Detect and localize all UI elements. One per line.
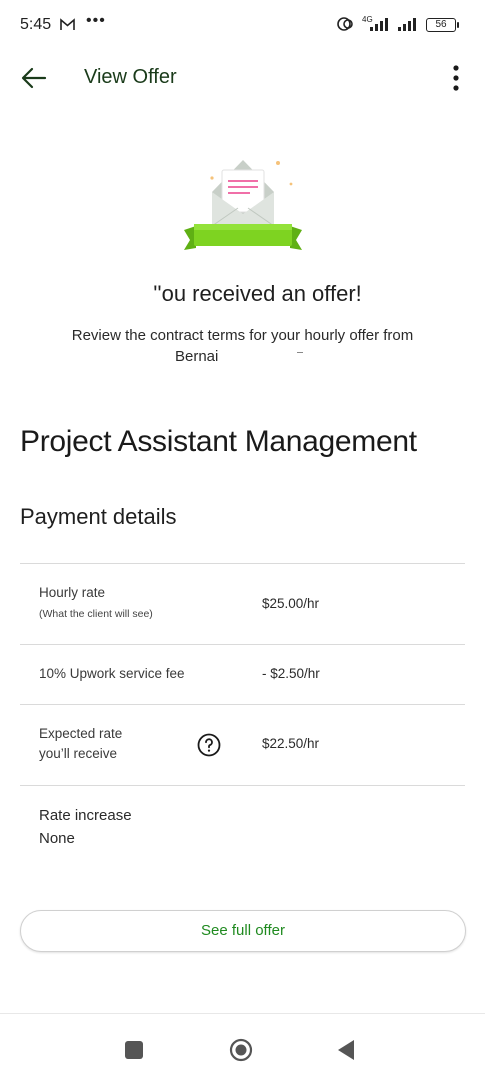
payment-table: Hourly rate (What the client will see) $… (20, 563, 465, 875)
circle-icon[interactable] (229, 1038, 253, 1062)
expected-rate-row: Expected rate you’ll receive $22.50/hr (20, 704, 465, 785)
signal-icon (370, 18, 388, 31)
hourly-rate-label: Hourly rate (39, 585, 106, 600)
app-header: View Offer (0, 52, 485, 104)
hourly-rate-value: $25.00/hr (262, 596, 320, 611)
see-full-offer-button[interactable]: See full offer (20, 910, 466, 952)
link-icon (337, 17, 353, 31)
signal-icon (398, 18, 416, 31)
more-vertical-icon[interactable] (446, 62, 466, 94)
battery-icon: 56 (426, 18, 459, 32)
project-title: Project Assistant Management (20, 425, 417, 458)
gmail-icon (60, 18, 75, 30)
page-title: View Offer (84, 66, 177, 88)
hourly-rate-row: Hourly rate (What the client will see) $… (20, 563, 465, 644)
expected-rate-value: $22.50/hr (262, 736, 320, 751)
offer-heading: ''ou received an offer! (153, 281, 362, 306)
status-bar: 5:45 ••• 4G 56 (0, 0, 485, 52)
rate-increase-label: Rate increase (39, 807, 132, 824)
redacted-mark (297, 352, 303, 353)
help-circle-icon[interactable] (197, 733, 221, 757)
service-fee-label: 10% Upwork service fee (39, 666, 185, 681)
expected-rate-label-line2: you’ll receive (39, 746, 118, 761)
rate-increase-value: None (39, 830, 75, 847)
client-name: Bernai (175, 348, 219, 365)
service-fee-value: - $2.50/hr (262, 666, 320, 681)
offer-envelope-illustration (184, 160, 302, 250)
hourly-rate-hint: (What the client will see) (39, 608, 153, 620)
service-fee-row: 10% Upwork service fee - $2.50/hr (20, 644, 465, 704)
status-time: 5:45 (20, 16, 52, 33)
triangle-icon[interactable] (336, 1038, 356, 1062)
square-icon[interactable] (125, 1041, 143, 1059)
expected-rate-label: Expected rate (39, 726, 123, 741)
arrow-left-icon[interactable] (20, 64, 48, 92)
offer-subtitle: Review the contract terms for your hourl… (71, 327, 414, 344)
status-more-icon: ••• (86, 12, 106, 29)
rate-increase-row: Rate increase None (20, 785, 465, 875)
payment-details-heading: Payment details (20, 504, 177, 529)
system-nav-bar (0, 1013, 485, 1080)
